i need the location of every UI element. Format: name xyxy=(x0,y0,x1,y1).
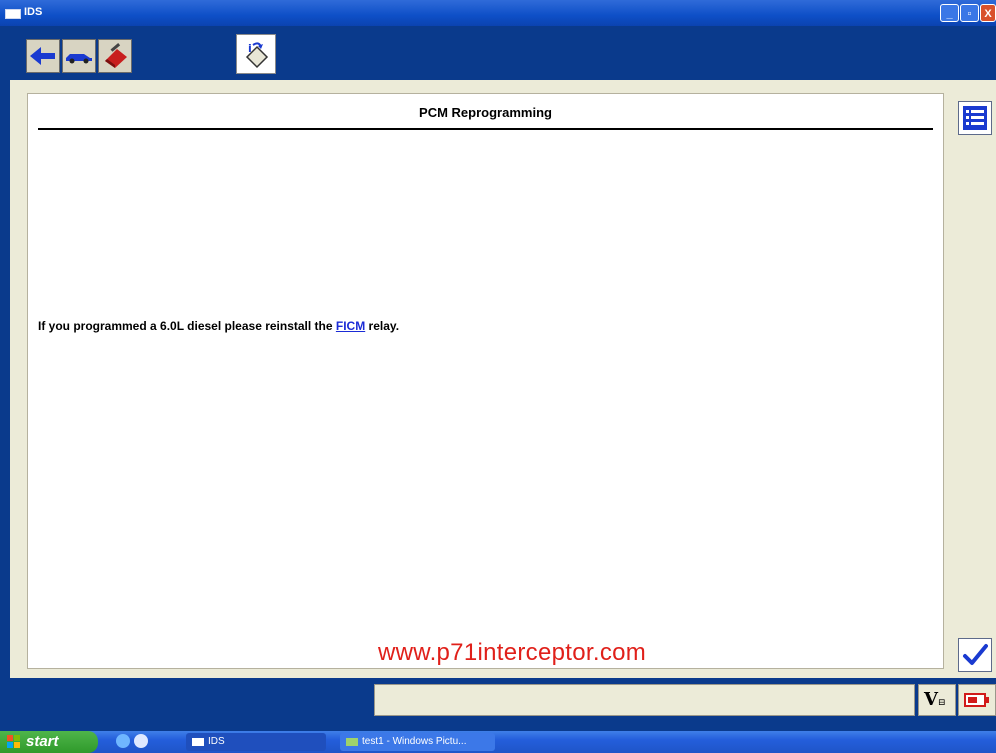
back-arrow-icon xyxy=(30,47,55,65)
taskbar-item-label: IDS xyxy=(208,736,225,747)
toolbar: i xyxy=(0,26,996,78)
app-icon xyxy=(5,9,21,19)
ids-task-icon xyxy=(192,738,204,746)
vehicle-icon xyxy=(66,54,92,64)
info-flag-icon: i xyxy=(245,42,269,69)
taskbar-item-picture-viewer[interactable]: test1 - Windows Pictu... xyxy=(340,733,495,751)
info-tab-button[interactable]: i xyxy=(236,34,276,74)
show-desktop-icon[interactable] xyxy=(134,734,148,748)
start-label: start xyxy=(26,733,59,750)
page-title: PCM Reprogramming xyxy=(419,105,552,120)
taskbar-item-label: test1 - Windows Pictu... xyxy=(362,736,467,747)
vehicle-button[interactable] xyxy=(62,39,96,73)
windows-flag-icon xyxy=(7,735,20,748)
window-title: IDS xyxy=(24,6,43,18)
title-divider xyxy=(38,128,933,130)
watermark-text: www.p71interceptor.com xyxy=(378,639,647,666)
checkmark-icon xyxy=(963,644,988,665)
status-field xyxy=(374,684,915,716)
svg-text:i: i xyxy=(248,42,252,55)
main-frame: PCM Reprogramming If you programmed a 6.… xyxy=(10,80,996,678)
content-panel: PCM Reprogramming If you programmed a 6.… xyxy=(27,93,944,669)
window-titlebar[interactable]: IDS _ ▫ X xyxy=(0,0,996,26)
status-bar: V⊟ xyxy=(0,678,996,720)
taskbar-item-ids[interactable]: IDS xyxy=(186,733,326,751)
vbat-sub: ⊟ xyxy=(937,698,946,708)
message-text-after: relay. xyxy=(365,319,400,333)
toolbox-button[interactable] xyxy=(98,39,132,73)
maximize-button[interactable]: ▫ xyxy=(960,4,979,22)
close-button[interactable]: X xyxy=(980,4,996,22)
list-view-button[interactable] xyxy=(958,101,992,135)
instruction-message: If you programmed a 6.0L diesel please r… xyxy=(38,319,399,333)
start-button[interactable]: start xyxy=(0,731,98,753)
windows-taskbar: start IDS test1 - Windows Pictu... xyxy=(0,731,996,753)
vbat-label: V xyxy=(924,689,938,710)
toolbox-icon xyxy=(105,43,127,68)
picture-viewer-icon xyxy=(346,738,358,746)
message-text-before: If you programmed a 6.0L diesel please r… xyxy=(38,319,336,333)
battery-icon xyxy=(964,693,989,707)
battery-voltage-indicator: V⊟ xyxy=(918,684,956,716)
internet-explorer-icon[interactable] xyxy=(116,734,130,748)
minimize-button[interactable]: _ xyxy=(940,4,959,22)
vci-battery-indicator xyxy=(958,684,996,716)
list-icon xyxy=(963,106,987,130)
confirm-button[interactable] xyxy=(958,638,992,672)
back-button[interactable] xyxy=(26,39,60,73)
ficm-link[interactable]: FICM xyxy=(336,319,365,333)
